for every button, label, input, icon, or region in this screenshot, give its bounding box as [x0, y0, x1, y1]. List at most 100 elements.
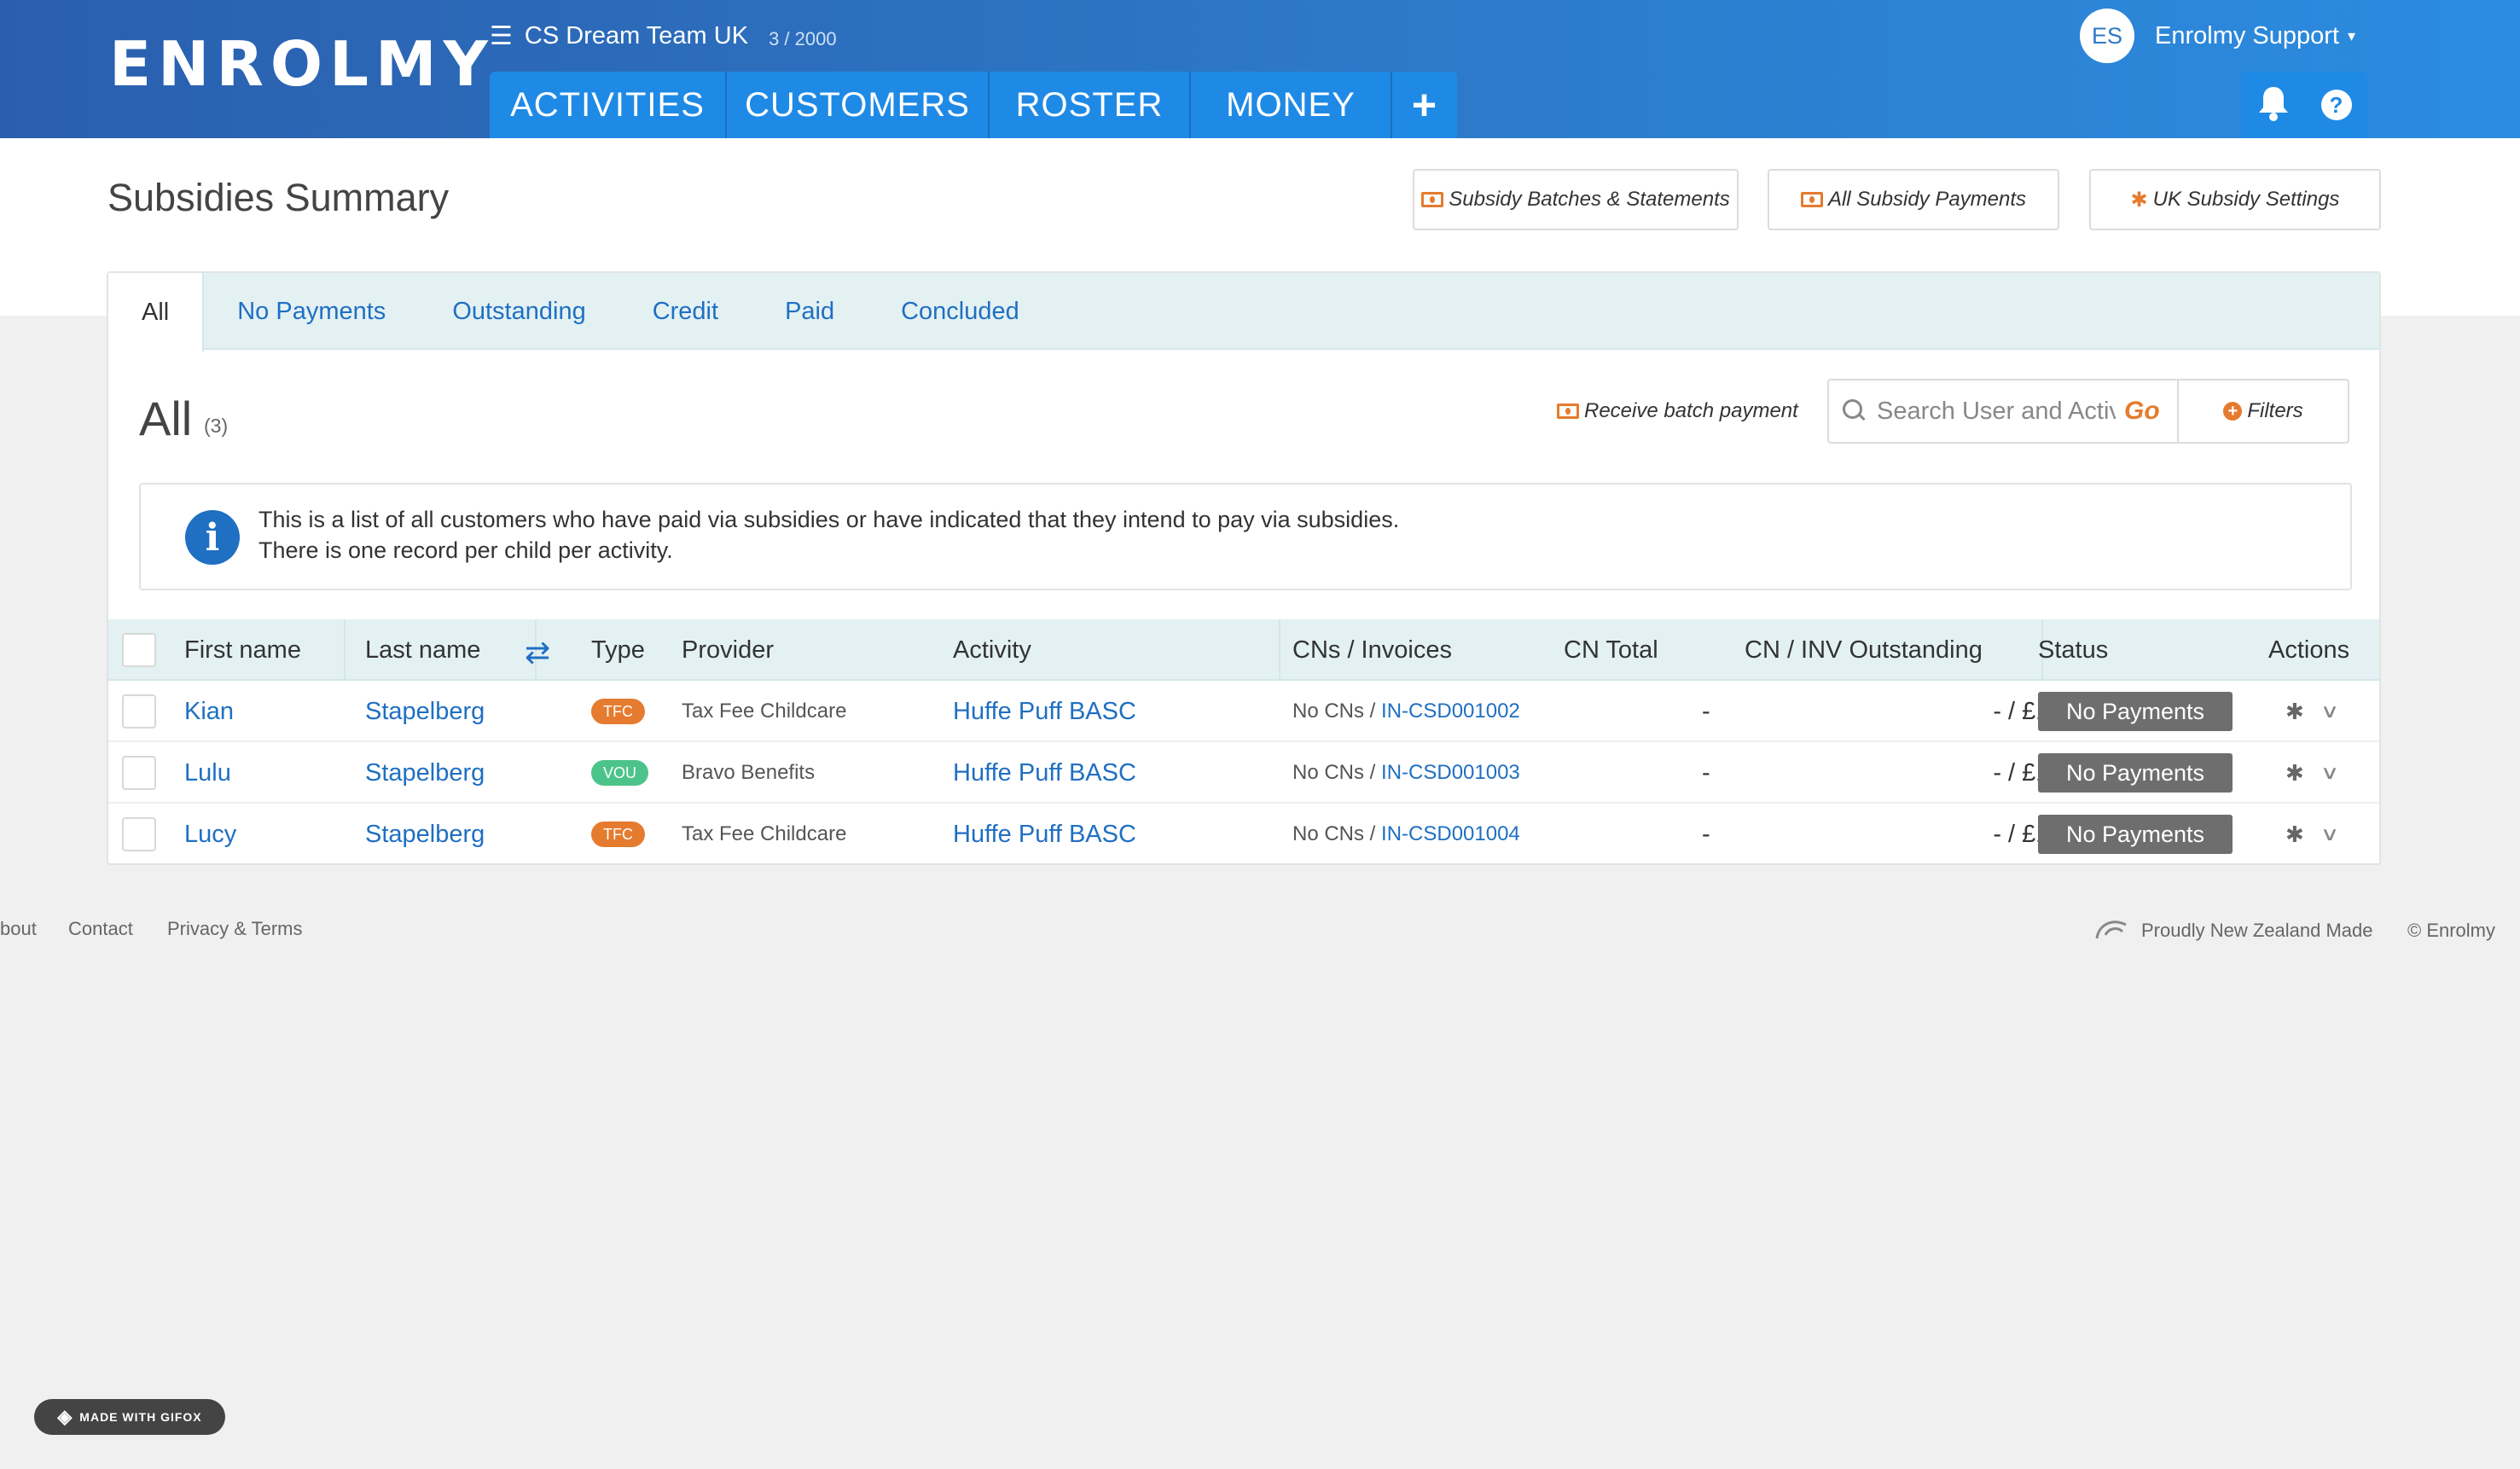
fox-icon: ◈: [57, 1406, 73, 1427]
cn-total: -: [1702, 820, 1710, 848]
column-header-outstanding[interactable]: CN / INV Outstanding: [1745, 619, 1983, 681]
table-row: Lulu Stapelberg VOU Bravo Benefits Huffe…: [108, 742, 2379, 804]
table-header: First name Last name ⇄ Type Provider Act…: [108, 619, 2379, 681]
type-badge: TFC: [591, 699, 645, 724]
swap-names-icon[interactable]: ⇄: [525, 635, 550, 671]
tab-paid[interactable]: Paid: [752, 273, 868, 350]
cns-invoices: No CNs / IN-CSD001004: [1292, 822, 1520, 846]
subsidy-batches-button[interactable]: Subsidy Batches & Statements: [1413, 169, 1739, 230]
footer-link-contact[interactable]: Contact: [68, 918, 133, 940]
fern-icon: [2095, 920, 2127, 939]
search-input[interactable]: [1877, 397, 2116, 426]
filter-tabs: All No Payments Outstanding Credit Paid …: [108, 273, 2379, 351]
all-subsidy-payments-button[interactable]: All Subsidy Payments: [1768, 169, 2059, 230]
column-header-cn-total[interactable]: CN Total: [1564, 619, 1658, 681]
bell-icon[interactable]: [2257, 85, 2290, 125]
organisation-switcher[interactable]: ☰ CS Dream Team UK 3 / 2000: [490, 22, 837, 50]
top-navigation-bar: ENROLMY ☰ CS Dream Team UK 3 / 2000 ACTI…: [0, 0, 2520, 138]
info-text-line-1: This is a list of all customers who have…: [258, 507, 1400, 532]
activity-link[interactable]: Huffe Puff BASC: [953, 681, 1136, 742]
section-title: All: [139, 392, 193, 445]
info-icon: i: [185, 510, 240, 565]
tab-outstanding[interactable]: Outstanding: [419, 273, 618, 350]
info-text-line-2: There is one record per child per activi…: [258, 537, 673, 563]
nav-tab-activities[interactable]: ACTIVITIES: [490, 72, 727, 138]
column-header-first-name[interactable]: First name: [184, 619, 301, 681]
invoice-link[interactable]: IN-CSD001003: [1381, 761, 1520, 785]
activity-link[interactable]: Huffe Puff BASC: [953, 804, 1136, 865]
cn-total: -: [1702, 697, 1710, 725]
page-title: Subsidies Summary: [107, 176, 450, 219]
gear-icon[interactable]: ✱: [2285, 699, 2304, 725]
footer-link-about[interactable]: bout: [0, 918, 37, 940]
chevron-down-icon[interactable]: ∨: [2320, 700, 2340, 723]
column-header-last-name[interactable]: Last name: [365, 619, 480, 681]
column-header-provider[interactable]: Provider: [682, 619, 774, 681]
first-name-link[interactable]: Lulu: [184, 742, 231, 804]
footer-link-privacy-terms[interactable]: Privacy & Terms: [167, 918, 303, 940]
provider-name: Tax Fee Childcare: [682, 822, 847, 845]
type-badge: TFC: [591, 822, 645, 847]
subsidies-card: All No Payments Outstanding Credit Paid …: [107, 271, 2381, 865]
select-all-checkbox[interactable]: [122, 633, 156, 667]
provider-name: Tax Fee Childcare: [682, 700, 847, 723]
hamburger-menu-icon[interactable]: ☰: [490, 23, 513, 49]
row-checkbox[interactable]: [122, 694, 156, 729]
section-count: (3): [204, 415, 229, 437]
cns-invoices: No CNs / IN-CSD001003: [1292, 761, 1520, 785]
status-badge: No Payments: [2038, 753, 2233, 793]
tab-no-payments[interactable]: No Payments: [204, 273, 419, 350]
gear-icon[interactable]: ✱: [2285, 822, 2304, 848]
receive-batch-payment-link[interactable]: Receive batch payment: [1557, 399, 1798, 423]
column-header-activity[interactable]: Activity: [953, 619, 1031, 681]
status-badge: No Payments: [2038, 815, 2233, 854]
cn-total: -: [1702, 758, 1710, 787]
go-button[interactable]: Go: [2124, 397, 2160, 426]
nav-tab-money[interactable]: MONEY: [1191, 72, 1392, 138]
uk-subsidy-settings-button[interactable]: ✱ UK Subsidy Settings: [2089, 169, 2381, 230]
tab-all[interactable]: All: [108, 273, 205, 351]
chevron-down-icon[interactable]: ∨: [2320, 762, 2340, 784]
search-icon: [1843, 399, 1867, 423]
last-name-link[interactable]: Stapelberg: [365, 681, 485, 742]
row-checkbox[interactable]: [122, 756, 156, 790]
type-badge: VOU: [591, 760, 649, 786]
cash-icon: [1421, 192, 1444, 207]
search-box: Go: [1827, 379, 2179, 444]
nav-add-button[interactable]: +: [1392, 72, 1457, 138]
last-name-link[interactable]: Stapelberg: [365, 804, 485, 865]
main-nav: ACTIVITIES CUSTOMERS ROSTER MONEY +: [490, 72, 1457, 138]
user-name: Enrolmy Support: [2155, 21, 2339, 49]
user-menu[interactable]: ES Enrolmy Support ▾: [2080, 9, 2355, 63]
last-name-link[interactable]: Stapelberg: [365, 742, 485, 804]
column-header-actions: Actions: [2268, 636, 2350, 664]
plus-circle-icon: +: [2223, 402, 2243, 421]
cash-icon: [1800, 192, 1823, 207]
first-name-link[interactable]: Kian: [184, 681, 234, 742]
enrolmy-logo[interactable]: ENROLMY: [109, 28, 495, 100]
chevron-down-icon[interactable]: ∨: [2320, 823, 2340, 845]
filters-button[interactable]: + Filters: [2179, 379, 2349, 444]
column-header-status[interactable]: Status: [2038, 619, 2108, 681]
made-with-gifox-badge: ◈ MADE WITH GIFOX: [34, 1399, 225, 1435]
nav-tab-roster[interactable]: ROSTER: [990, 72, 1191, 138]
footer-copyright: © Enrolmy: [2407, 920, 2496, 941]
provider-name: Bravo Benefits: [682, 761, 816, 784]
first-name-link[interactable]: Lucy: [184, 804, 236, 865]
gear-icon[interactable]: ✱: [2285, 760, 2304, 787]
tab-concluded[interactable]: Concluded: [868, 273, 1053, 350]
activity-link[interactable]: Huffe Puff BASC: [953, 742, 1136, 804]
invoice-link[interactable]: IN-CSD001002: [1381, 700, 1520, 723]
info-notice: i This is a list of all customers who ha…: [139, 483, 2352, 590]
organisation-count: 3 / 2000: [769, 27, 837, 49]
column-header-type[interactable]: Type: [591, 619, 645, 681]
invoice-link[interactable]: IN-CSD001004: [1381, 822, 1520, 846]
tab-credit[interactable]: Credit: [619, 273, 752, 350]
footer-made-in-nz: Proudly New Zealand Made: [2141, 920, 2373, 941]
table-row: Lucy Stapelberg TFC Tax Fee Childcare Hu…: [108, 804, 2379, 865]
chevron-down-icon: ▾: [2348, 26, 2356, 44]
column-header-cns-invoices[interactable]: CNs / Invoices: [1292, 619, 1452, 681]
row-checkbox[interactable]: [122, 817, 156, 851]
nav-tab-customers[interactable]: CUSTOMERS: [727, 72, 990, 138]
help-icon[interactable]: ?: [2320, 90, 2352, 120]
